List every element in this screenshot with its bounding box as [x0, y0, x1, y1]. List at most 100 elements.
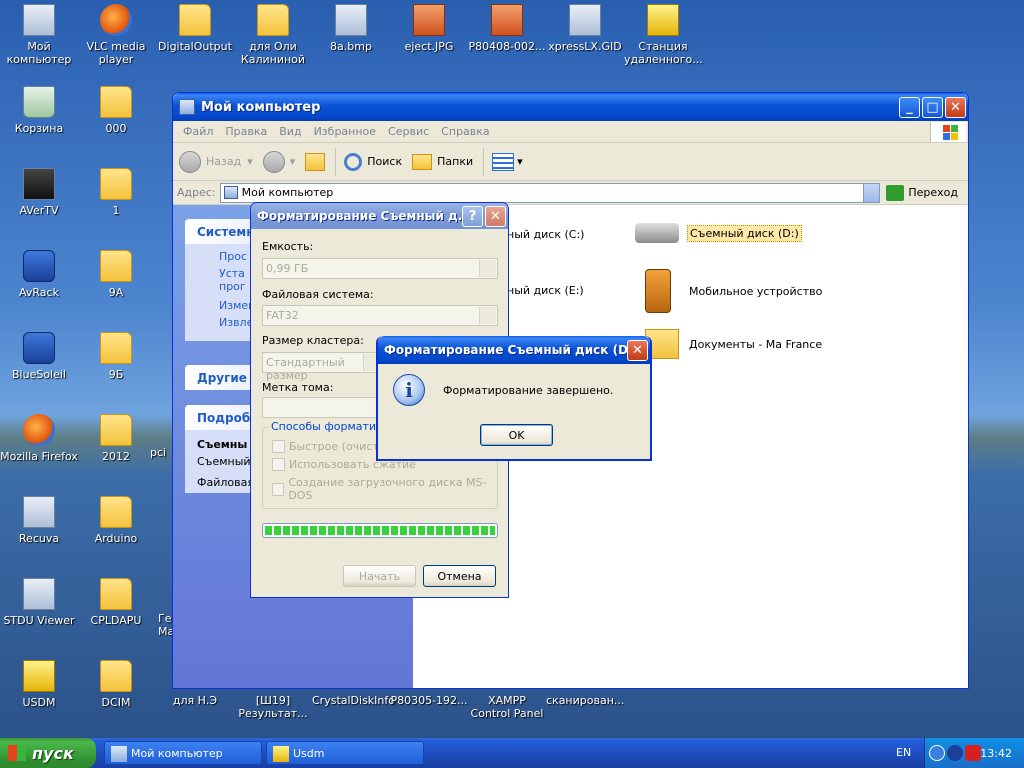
- menu-tools[interactable]: Сервис: [382, 125, 435, 138]
- folder-icon: [179, 4, 211, 36]
- checkbox-box: [272, 458, 285, 471]
- taskbar-item-usdm[interactable]: Usdm: [266, 741, 424, 765]
- drive-e[interactable]: ный диск (E:): [507, 284, 584, 297]
- filesystem-label: Файловая система:: [262, 288, 374, 301]
- views-button[interactable]: ▾: [492, 152, 523, 171]
- close-button[interactable]: ✕: [627, 339, 648, 361]
- menu-help[interactable]: Справка: [435, 125, 495, 138]
- address-label: Адрес:: [177, 186, 216, 199]
- desktop-icon-firefox[interactable]: Mozilla Firefox: [0, 414, 78, 463]
- desktop-icon-9b[interactable]: 9Б: [77, 332, 155, 381]
- format-complete-message-box: Форматирование Съемный диск (D:) ✕ i Фор…: [376, 336, 652, 461]
- folder-up-icon: [305, 152, 326, 171]
- desktop-icon-sh19[interactable]: [Ш19] Результат...: [234, 694, 312, 720]
- desktop-icon-digitaloutput[interactable]: DigitalOutput: [156, 4, 234, 53]
- taskbar: пуск Мой компьютер Usdm EN 13:42: [0, 738, 1024, 768]
- desktop-icon-my-computer[interactable]: Мой компьютер: [0, 4, 78, 66]
- menu-view[interactable]: Вид: [273, 125, 307, 138]
- folders-button[interactable]: Папки: [412, 153, 473, 170]
- cluster-size-label: Размер кластера:: [262, 334, 364, 347]
- menu-file[interactable]: Файл: [177, 125, 219, 138]
- back-arrow-icon: [179, 150, 201, 173]
- desktop-icon-xpresslx[interactable]: xpressLX.GID: [546, 4, 624, 53]
- go-arrow-icon[interactable]: [886, 184, 905, 201]
- desktop-icon-usdm[interactable]: USDM: [0, 660, 78, 709]
- msdos-boot-checkbox[interactable]: Создание загрузочного диска MS-DOS: [272, 476, 497, 502]
- desktop-icon-2012[interactable]: 2012: [77, 414, 155, 463]
- recycle-bin-icon: [23, 86, 55, 118]
- format-dialog-title: Форматирование Съемный д...: [257, 209, 462, 223]
- desktop-icon-xampp[interactable]: XAMPP Control Panel: [468, 694, 546, 720]
- explorer-titlebar[interactable]: Мой компьютер _ □ ✕: [173, 93, 968, 121]
- desktop-icon-p80408[interactable]: P80408-002...: [468, 4, 546, 53]
- folder-icon: [100, 414, 132, 446]
- desktop-icon-bluesoleil[interactable]: BlueSoleil: [0, 332, 78, 381]
- bluetooth-tray-icon[interactable]: [947, 745, 963, 761]
- desktop-icon-avrack[interactable]: AvRack: [0, 250, 78, 299]
- format-progress-bar: [262, 523, 498, 538]
- tray-arrow-icon[interactable]: [929, 745, 945, 761]
- desktop-icon-1[interactable]: 1: [77, 168, 155, 217]
- task-link[interactable]: Устан прогр: [185, 265, 245, 297]
- menu-edit[interactable]: Правка: [219, 125, 273, 138]
- quick-format-checkbox[interactable]: Быстрое (очистка: [272, 440, 392, 453]
- up-button[interactable]: [305, 152, 326, 171]
- desktop-icon-000[interactable]: 000: [77, 86, 155, 135]
- desktop-icon-dlya-ne[interactable]: для Н.Э: [156, 694, 234, 707]
- lightning-icon: [23, 660, 55, 692]
- format-dialog-titlebar[interactable]: Форматирование Съемный д... ? ✕: [251, 203, 508, 229]
- desktop-icon-eject-jpg[interactable]: eject.JPG: [390, 4, 468, 53]
- desktop-icon-scan[interactable]: сканирован...: [546, 694, 624, 707]
- security-shield-icon[interactable]: [965, 745, 981, 761]
- mobile-device[interactable]: Мобильное устройство: [645, 269, 822, 313]
- ok-button[interactable]: OK: [480, 424, 553, 446]
- message-box-titlebar[interactable]: Форматирование Съемный диск (D:) ✕: [378, 336, 650, 364]
- close-button[interactable]: ✕: [485, 205, 506, 227]
- volume-label-input[interactable]: [262, 397, 382, 418]
- vlc-icon: [100, 4, 132, 36]
- capacity-select[interactable]: 0,99 ГБ: [262, 258, 498, 279]
- desktop-icon-dcim[interactable]: DCIM: [77, 660, 155, 709]
- close-button[interactable]: ✕: [945, 96, 966, 118]
- desktop-icon-arduino[interactable]: Arduino: [77, 496, 155, 545]
- desktop-icon-vlc[interactable]: VLC media player: [77, 4, 155, 66]
- cluster-size-select[interactable]: Стандартный размер: [262, 352, 382, 382]
- drive-c[interactable]: ный диск (C:): [507, 228, 584, 241]
- chevron-down-icon: ▾: [247, 155, 253, 168]
- capacity-label: Емкость:: [262, 240, 314, 253]
- desktop-icon-oli-folder[interactable]: для Оли Калининой: [234, 4, 312, 66]
- go-button[interactable]: Переход: [908, 186, 958, 199]
- maximize-button[interactable]: □: [922, 96, 943, 118]
- message-box-title: Форматирование Съемный диск (D:): [384, 343, 627, 357]
- address-dropdown-button[interactable]: [863, 183, 880, 202]
- start-button[interactable]: Начать: [343, 565, 416, 587]
- back-button[interactable]: Назад ▾: [179, 150, 253, 173]
- desktop-icon-crystaldiskinfo[interactable]: CrystalDiskInfo: [312, 694, 395, 707]
- desktop-icon-9a[interactable]: 9А: [77, 250, 155, 299]
- folder-icon: [100, 332, 132, 364]
- cancel-button[interactable]: Отмена: [423, 565, 496, 587]
- documents-folder[interactable]: Документы - Ma France: [645, 329, 822, 359]
- filesystem-select[interactable]: FAT32: [262, 305, 498, 326]
- desktop-icon-recuva[interactable]: Recuva: [0, 496, 78, 545]
- desktop-icon-8a-bmp[interactable]: 8a.bmp: [312, 4, 390, 53]
- drive-d[interactable]: Съемный диск (D:): [635, 223, 802, 243]
- bluetooth-icon: [23, 332, 55, 364]
- folder-icon: [257, 4, 289, 36]
- minimize-button[interactable]: _: [899, 96, 920, 118]
- search-button[interactable]: Поиск: [344, 152, 402, 171]
- desktop-icon-recycle-bin[interactable]: Корзина: [0, 86, 78, 135]
- folder-icon: [100, 250, 132, 282]
- taskbar-item-my-computer[interactable]: Мой компьютер: [104, 741, 262, 765]
- desktop-icon-remote-station[interactable]: Станция удаленного...: [624, 4, 703, 66]
- desktop-icon-p80305[interactable]: P80305-192...: [390, 694, 468, 707]
- desktop-icon-cpldapu[interactable]: CPLDAPU: [77, 578, 155, 627]
- forward-button[interactable]: ▾: [262, 150, 295, 173]
- help-button[interactable]: ?: [462, 205, 483, 227]
- start-button[interactable]: пуск: [0, 738, 96, 768]
- desktop-icon-avertv[interactable]: AVerTV: [0, 168, 78, 217]
- language-indicator[interactable]: EN: [896, 746, 911, 759]
- desktop-icon-stdu[interactable]: STDU Viewer: [0, 578, 78, 627]
- menu-favorites[interactable]: Избранное: [308, 125, 382, 138]
- address-field[interactable]: Мой компьютер: [219, 182, 881, 203]
